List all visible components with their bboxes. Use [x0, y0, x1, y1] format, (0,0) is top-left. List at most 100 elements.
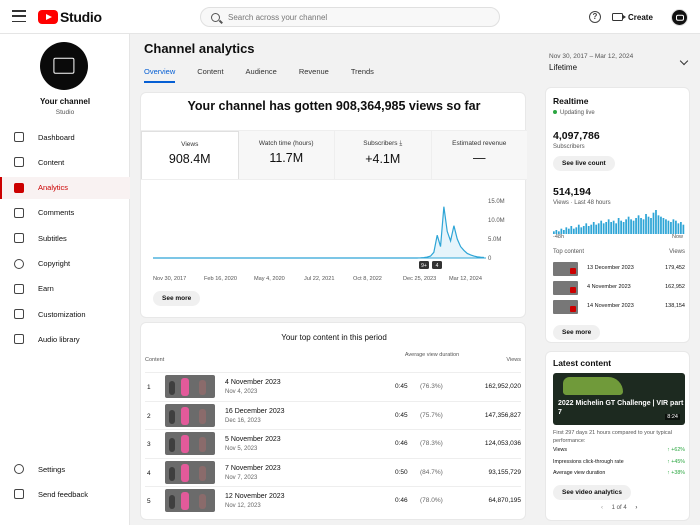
- video-title[interactable]: 7 November 2023: [225, 465, 281, 472]
- metric-value: +4.1M: [365, 152, 401, 166]
- help-icon[interactable]: ?: [589, 11, 601, 23]
- video-marker[interactable]: 4: [432, 261, 442, 269]
- video-marker[interactable]: 9+: [419, 261, 429, 269]
- sidebar-item-analytics[interactable]: Analytics: [0, 176, 130, 199]
- realtime-bar-chart[interactable]: [553, 208, 685, 238]
- sidebar-item-customization[interactable]: Customization: [0, 303, 130, 325]
- realtime-bar: [567, 228, 570, 234]
- performance-intro: First 297 days 21 hours compared to your…: [553, 430, 672, 444]
- realtime-bar: [590, 224, 593, 234]
- chevron-down-icon[interactable]: [679, 56, 689, 66]
- realtime-bar: [640, 218, 642, 234]
- row-index: 1: [147, 384, 151, 391]
- latest-content-title: Latest content: [553, 358, 612, 368]
- search-bar[interactable]: [200, 7, 500, 27]
- performance-value: ↑ +38%: [667, 470, 685, 476]
- sidebar-item-earn[interactable]: Earn: [0, 278, 130, 300]
- see-video-analytics-button[interactable]: See video analytics: [553, 485, 631, 500]
- tab-revenue[interactable]: Revenue: [299, 67, 329, 83]
- list-item[interactable]: 4 November 2023 162,952: [553, 280, 685, 296]
- table-row[interactable]: 2 16 December 2023 Dec 16, 2023 0:45 (75.7%)…: [145, 400, 521, 429]
- metric-views[interactable]: Views 908.4M: [141, 131, 239, 179]
- tab-audience[interactable]: Audience: [246, 67, 277, 83]
- sidebar: Your channel Studio Dashboard Content Anal…: [0, 34, 130, 525]
- realtime-bar: [600, 220, 603, 234]
- video-thumbnail[interactable]: [165, 489, 215, 512]
- list-item[interactable]: 13 December 2023 179,452: [553, 261, 685, 277]
- date-range[interactable]: Nov 30, 2017 – Mar 12, 2024: [549, 53, 633, 60]
- hamburger-menu-icon[interactable]: [12, 10, 26, 22]
- analytics-tabs: Overview Content Audience Revenue Trends: [144, 67, 396, 83]
- see-live-count-button[interactable]: See live count: [553, 156, 615, 171]
- chevron-right-icon[interactable]: ›: [635, 505, 637, 511]
- sidebar-item-label: Analytics: [38, 183, 69, 193]
- avg-view-duration: 0:46: [395, 440, 408, 447]
- video-thumbnail[interactable]: [165, 460, 215, 484]
- search-input[interactable]: [228, 12, 478, 22]
- tab-trends[interactable]: Trends: [351, 67, 374, 83]
- chevron-left-icon[interactable]: ‹: [601, 505, 603, 511]
- video-views: 138,154: [665, 303, 685, 309]
- account-avatar[interactable]: [671, 9, 688, 26]
- y-tick-label: 15.0M: [488, 199, 505, 205]
- video-thumbnail[interactable]: [165, 375, 215, 398]
- latest-video-thumbnail[interactable]: 2022 Michelin GT Challenge | VIR part 7 …: [553, 373, 685, 425]
- avg-view-duration: 0:45: [395, 383, 408, 390]
- realtime-bar: [587, 226, 590, 234]
- realtime-bar: [575, 227, 578, 234]
- realtime-bar: [655, 210, 657, 234]
- realtime-bar: [637, 215, 640, 234]
- video-thumbnail[interactable]: [553, 262, 578, 276]
- metric-subscribers[interactable]: Subscribers ⤓ +4.1M: [335, 131, 432, 179]
- views-chart[interactable]: 15.0M 10.0M 5.0M 0 Nov 30, 2017 Feb 16, 2020 M…: [141, 183, 527, 288]
- realtime-card: Realtime Updating live 4,097,786 Subscri…: [545, 87, 690, 343]
- video-thumbnail[interactable]: [553, 300, 578, 314]
- date-label[interactable]: Lifetime: [549, 63, 577, 72]
- video-thumbnail[interactable]: [165, 432, 215, 455]
- sidebar-item-send-feedback[interactable]: Send feedback: [0, 483, 130, 505]
- video-thumbnail[interactable]: [553, 281, 578, 295]
- metric-watch-time[interactable]: Watch time (hours) 11.7M: [238, 131, 335, 179]
- table-row[interactable]: 1 4 November 2023 Nov 4, 2023 0:45 (76.3%) 16…: [145, 372, 521, 400]
- channel-avatar[interactable]: [40, 42, 88, 90]
- realtime-bar: [650, 218, 652, 234]
- realtime-bar: [595, 224, 598, 234]
- metric-estimated-revenue[interactable]: Estimated revenue —: [431, 131, 527, 179]
- audio-library-icon: [14, 334, 24, 345]
- sidebar-item-copyright[interactable]: Copyright: [0, 253, 130, 275]
- sidebar-item-settings[interactable]: Settings: [0, 458, 130, 480]
- create-button[interactable]: Create: [612, 9, 660, 25]
- realtime-bar: [585, 223, 588, 234]
- realtime-views: 514,194: [553, 186, 591, 198]
- table-row[interactable]: 5 12 November 2023 Nov 12, 2023 0:46 (78.0%)…: [145, 486, 521, 514]
- subtitles-icon: [14, 233, 24, 244]
- list-item[interactable]: 14 November 2023 138,154: [553, 299, 685, 315]
- copyright-icon: [14, 258, 24, 269]
- video-title[interactable]: 16 December 2023: [225, 408, 285, 415]
- table-row[interactable]: 3 5 November 2023 Nov 5, 2023 0:46 (78.3%) 12…: [145, 429, 521, 457]
- realtime-bar: [657, 215, 660, 234]
- tab-content[interactable]: Content: [197, 67, 223, 83]
- realtime-see-more-button[interactable]: See more: [553, 325, 601, 340]
- realtime-bar: [602, 223, 605, 234]
- axis-right-label: Now: [671, 234, 683, 240]
- sidebar-item-label: Copyright: [38, 259, 71, 268]
- avg-view-duration: 0:45: [395, 411, 408, 419]
- table-row[interactable]: 4 7 November 2023 Nov 7, 2023 0:50 (84.7%) 93…: [145, 457, 521, 486]
- video-title[interactable]: 4 November 2023: [225, 379, 281, 386]
- avg-view-percent: (84.7%): [420, 468, 443, 476]
- realtime-bar: [620, 220, 622, 234]
- sidebar-item-subtitles[interactable]: Subtitles: [0, 227, 130, 249]
- overview-card: Your channel has gotten 908,364,985 view…: [140, 92, 527, 318]
- video-title[interactable]: 5 November 2023: [225, 436, 281, 443]
- see-more-button[interactable]: See more: [153, 291, 201, 306]
- studio-logo[interactable]: Studio: [38, 9, 102, 25]
- tab-overview[interactable]: Overview: [144, 67, 176, 83]
- sidebar-item-dashboard[interactable]: Dashboard: [0, 126, 130, 148]
- sidebar-item-audio-library[interactable]: Audio library: [0, 328, 130, 350]
- video-thumbnail[interactable]: [165, 403, 215, 427]
- sidebar-item-comments[interactable]: Comments: [0, 202, 130, 224]
- video-title[interactable]: 12 November 2023: [225, 493, 285, 500]
- column-header-avd: Average view duration: [404, 352, 460, 358]
- sidebar-item-content[interactable]: Content: [0, 151, 130, 173]
